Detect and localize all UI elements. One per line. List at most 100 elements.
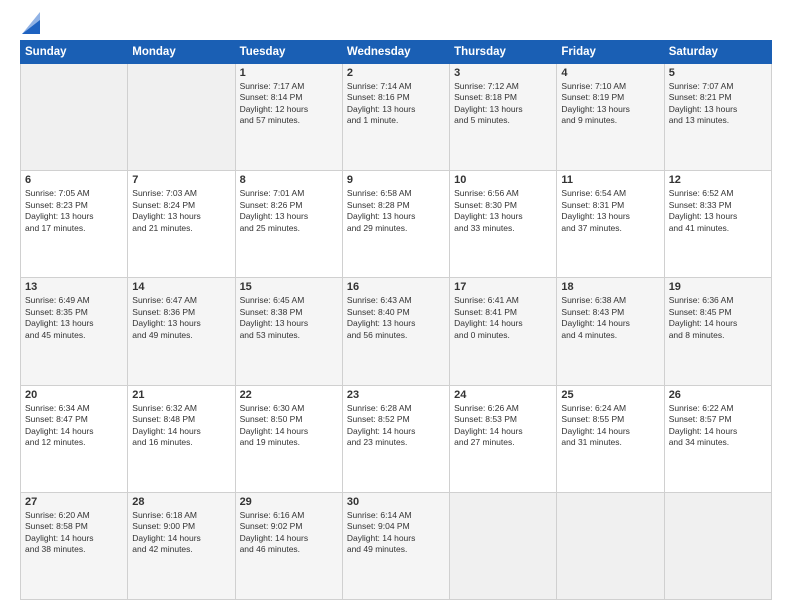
day-number: 4 <box>561 67 659 79</box>
calendar-cell: 28 Sunrise: 6:18 AM Sunset: 9:00 PM Dayli… <box>128 492 235 599</box>
calendar-cell: 9 Sunrise: 6:58 AM Sunset: 8:28 PM Daylig… <box>342 171 449 278</box>
calendar-cell: 20 Sunrise: 6:34 AM Sunset: 8:47 PM Dayli… <box>21 385 128 492</box>
day-info: Sunrise: 6:58 AM Sunset: 8:28 PM Dayligh… <box>347 188 445 234</box>
day-info: Sunrise: 6:16 AM Sunset: 9:02 PM Dayligh… <box>240 510 338 556</box>
day-info: Sunrise: 6:38 AM Sunset: 8:43 PM Dayligh… <box>561 295 659 341</box>
calendar-cell: 27 Sunrise: 6:20 AM Sunset: 8:58 PM Dayli… <box>21 492 128 599</box>
calendar-cell: 25 Sunrise: 6:24 AM Sunset: 8:55 PM Dayli… <box>557 385 664 492</box>
day-number: 7 <box>132 174 230 186</box>
day-info: Sunrise: 6:18 AM Sunset: 9:00 PM Dayligh… <box>132 510 230 556</box>
day-number: 11 <box>561 174 659 186</box>
day-info: Sunrise: 6:32 AM Sunset: 8:48 PM Dayligh… <box>132 403 230 449</box>
day-info: Sunrise: 7:03 AM Sunset: 8:24 PM Dayligh… <box>132 188 230 234</box>
day-number: 12 <box>669 174 767 186</box>
header <box>20 16 772 34</box>
day-info: Sunrise: 6:52 AM Sunset: 8:33 PM Dayligh… <box>669 188 767 234</box>
day-info: Sunrise: 6:28 AM Sunset: 8:52 PM Dayligh… <box>347 403 445 449</box>
calendar-cell <box>21 64 128 171</box>
day-number: 24 <box>454 389 552 401</box>
day-number: 5 <box>669 67 767 79</box>
calendar-cell: 7 Sunrise: 7:03 AM Sunset: 8:24 PM Daylig… <box>128 171 235 278</box>
day-number: 16 <box>347 281 445 293</box>
day-number: 23 <box>347 389 445 401</box>
calendar-cell: 30 Sunrise: 6:14 AM Sunset: 9:04 PM Dayli… <box>342 492 449 599</box>
calendar-cell: 2Sunrise: 7:14 AM Sunset: 8:16 PM Daylig… <box>342 64 449 171</box>
day-number: 6 <box>25 174 123 186</box>
day-number: 28 <box>132 496 230 508</box>
day-info: Sunrise: 7:10 AM Sunset: 8:19 PM Dayligh… <box>561 81 659 127</box>
day-number: 15 <box>240 281 338 293</box>
day-info: Sunrise: 6:41 AM Sunset: 8:41 PM Dayligh… <box>454 295 552 341</box>
logo <box>20 16 40 34</box>
calendar-week-row: 1 Sunrise: 7:17 AM Sunset: 8:14 PM Daylig… <box>21 64 772 171</box>
calendar-cell: 23 Sunrise: 6:28 AM Sunset: 8:52 PM Dayli… <box>342 385 449 492</box>
day-info: Sunrise: 7:14 AM Sunset: 8:16 PM Dayligh… <box>347 81 445 127</box>
day-info: Sunrise: 6:24 AM Sunset: 8:55 PM Dayligh… <box>561 403 659 449</box>
calendar-cell: 29Sunrise: 6:16 AM Sunset: 9:02 PM Dayli… <box>235 492 342 599</box>
day-number: 27 <box>25 496 123 508</box>
day-number: 20 <box>25 389 123 401</box>
day-info: Sunrise: 6:14 AM Sunset: 9:04 PM Dayligh… <box>347 510 445 556</box>
day-number: 8 <box>240 174 338 186</box>
day-info: Sunrise: 7:01 AM Sunset: 8:26 PM Dayligh… <box>240 188 338 234</box>
day-number: 9 <box>347 174 445 186</box>
day-info: Sunrise: 6:43 AM Sunset: 8:40 PM Dayligh… <box>347 295 445 341</box>
day-number: 19 <box>669 281 767 293</box>
day-number: 21 <box>132 389 230 401</box>
day-number: 1 <box>240 67 338 79</box>
weekday-header-monday: Monday <box>128 41 235 64</box>
day-info: Sunrise: 6:47 AM Sunset: 8:36 PM Dayligh… <box>132 295 230 341</box>
day-number: 13 <box>25 281 123 293</box>
day-info: Sunrise: 6:22 AM Sunset: 8:57 PM Dayligh… <box>669 403 767 449</box>
calendar-cell: 11 Sunrise: 6:54 AM Sunset: 8:31 PM Dayli… <box>557 171 664 278</box>
day-info: Sunrise: 6:49 AM Sunset: 8:35 PM Dayligh… <box>25 295 123 341</box>
day-number: 30 <box>347 496 445 508</box>
day-number: 25 <box>561 389 659 401</box>
day-info: Sunrise: 7:17 AM Sunset: 8:14 PM Dayligh… <box>240 81 338 127</box>
calendar-cell: 8 Sunrise: 7:01 AM Sunset: 8:26 PM Daylig… <box>235 171 342 278</box>
calendar-cell: 14 Sunrise: 6:47 AM Sunset: 8:36 PM Dayli… <box>128 278 235 385</box>
weekday-header-saturday: Saturday <box>664 41 771 64</box>
calendar-cell: 18 Sunrise: 6:38 AM Sunset: 8:43 PM Dayli… <box>557 278 664 385</box>
calendar-cell: 4 Sunrise: 7:10 AM Sunset: 8:19 PM Daylig… <box>557 64 664 171</box>
calendar-cell <box>557 492 664 599</box>
day-info: Sunrise: 7:07 AM Sunset: 8:21 PM Dayligh… <box>669 81 767 127</box>
calendar-week-row: 13 Sunrise: 6:49 AM Sunset: 8:35 PM Dayli… <box>21 278 772 385</box>
calendar-cell: 21 Sunrise: 6:32 AM Sunset: 8:48 PM Dayli… <box>128 385 235 492</box>
calendar-week-row: 27 Sunrise: 6:20 AM Sunset: 8:58 PM Dayli… <box>21 492 772 599</box>
day-info: Sunrise: 6:20 AM Sunset: 8:58 PM Dayligh… <box>25 510 123 556</box>
weekday-header-sunday: Sunday <box>21 41 128 64</box>
calendar-cell: 3Sunrise: 7:12 AM Sunset: 8:18 PM Daylig… <box>450 64 557 171</box>
day-number: 14 <box>132 281 230 293</box>
day-info: Sunrise: 6:26 AM Sunset: 8:53 PM Dayligh… <box>454 403 552 449</box>
calendar-cell: 12 Sunrise: 6:52 AM Sunset: 8:33 PM Dayli… <box>664 171 771 278</box>
day-info: Sunrise: 6:54 AM Sunset: 8:31 PM Dayligh… <box>561 188 659 234</box>
calendar-cell: 10Sunrise: 6:56 AM Sunset: 8:30 PM Dayli… <box>450 171 557 278</box>
weekday-header-tuesday: Tuesday <box>235 41 342 64</box>
calendar: SundayMondayTuesdayWednesdayThursdayFrid… <box>20 40 772 600</box>
calendar-cell: 19 Sunrise: 6:36 AM Sunset: 8:45 PM Dayli… <box>664 278 771 385</box>
day-number: 22 <box>240 389 338 401</box>
day-info: Sunrise: 6:34 AM Sunset: 8:47 PM Dayligh… <box>25 403 123 449</box>
day-info: Sunrise: 6:36 AM Sunset: 8:45 PM Dayligh… <box>669 295 767 341</box>
calendar-cell: 15Sunrise: 6:45 AM Sunset: 8:38 PM Dayli… <box>235 278 342 385</box>
calendar-cell <box>128 64 235 171</box>
calendar-week-row: 6 Sunrise: 7:05 AM Sunset: 8:23 PM Daylig… <box>21 171 772 278</box>
day-info: Sunrise: 7:05 AM Sunset: 8:23 PM Dayligh… <box>25 188 123 234</box>
calendar-cell: 22Sunrise: 6:30 AM Sunset: 8:50 PM Dayli… <box>235 385 342 492</box>
logo-icon <box>22 12 40 34</box>
weekday-header-thursday: Thursday <box>450 41 557 64</box>
day-number: 17 <box>454 281 552 293</box>
calendar-cell: 5 Sunrise: 7:07 AM Sunset: 8:21 PM Daylig… <box>664 64 771 171</box>
weekday-header-wednesday: Wednesday <box>342 41 449 64</box>
calendar-cell: 13 Sunrise: 6:49 AM Sunset: 8:35 PM Dayli… <box>21 278 128 385</box>
calendar-cell: 24 Sunrise: 6:26 AM Sunset: 8:53 PM Dayli… <box>450 385 557 492</box>
calendar-cell: 6 Sunrise: 7:05 AM Sunset: 8:23 PM Daylig… <box>21 171 128 278</box>
page: SundayMondayTuesdayWednesdayThursdayFrid… <box>0 0 792 612</box>
calendar-cell <box>450 492 557 599</box>
weekday-header-row: SundayMondayTuesdayWednesdayThursdayFrid… <box>21 41 772 64</box>
day-info: Sunrise: 7:12 AM Sunset: 8:18 PM Dayligh… <box>454 81 552 127</box>
calendar-week-row: 20 Sunrise: 6:34 AM Sunset: 8:47 PM Dayli… <box>21 385 772 492</box>
day-number: 10 <box>454 174 552 186</box>
day-number: 18 <box>561 281 659 293</box>
